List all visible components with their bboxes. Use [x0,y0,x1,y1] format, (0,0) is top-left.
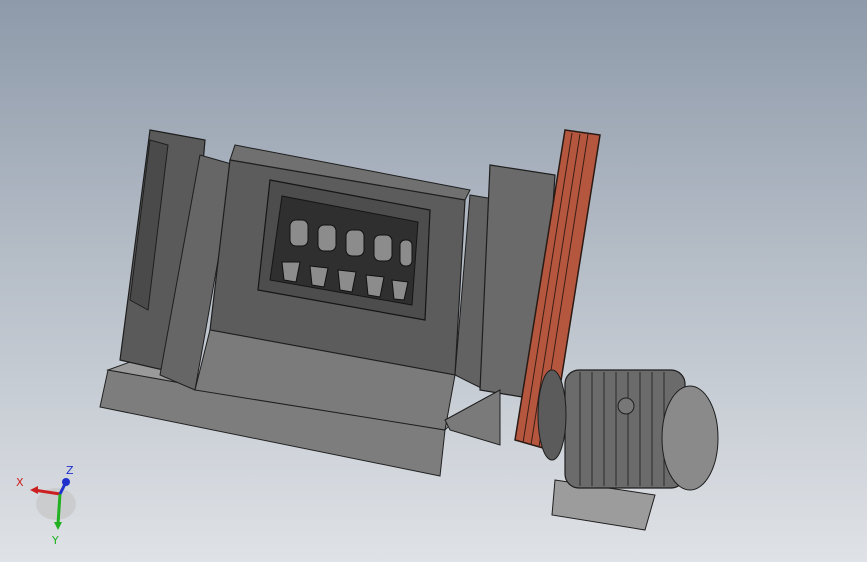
motor-fan-cover [661,385,719,491]
motor-pulley [537,369,567,461]
orientation-triad[interactable]: X Y Z [8,462,98,552]
z-axis-tip [62,478,70,486]
cad-viewport[interactable] [0,0,867,562]
electric-motor[interactable] [537,369,719,531]
drive-support [444,389,501,446]
y-axis [56,493,62,525]
z-axis-label: Z [66,464,74,477]
y-axis-label: Y [51,534,59,547]
x-axis-label: X [16,476,24,489]
x-axis-arrow [30,486,38,494]
terminal-box [617,397,635,415]
crusher-assembly[interactable] [99,129,556,477]
y-axis-arrow [54,522,62,530]
